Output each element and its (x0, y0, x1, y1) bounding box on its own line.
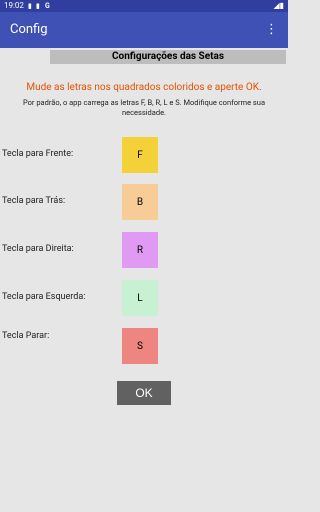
ok-button[interactable]: OK (117, 381, 171, 405)
key-frente[interactable]: F (122, 137, 158, 173)
battery-icon: ▮ (36, 2, 40, 10)
status-time: 19:02 (4, 1, 24, 10)
label-esquerda: Tecla para Esquerda: (2, 292, 86, 302)
status-bar: 19:02 ▮ ▮ G ◢▮ (0, 0, 288, 12)
key-esquerda[interactable]: L (122, 280, 158, 316)
app-bar: Config ⋮ (0, 12, 288, 48)
label-tras: Tecla para Trás: (2, 196, 66, 206)
description-text: Por padrão, o app carrega as letras F, B… (22, 98, 266, 117)
label-frente: Tecla para Frente: (2, 149, 74, 159)
instruction-text: Mude as letras nos quadrados coloridos e… (26, 82, 262, 93)
app-title: Config (10, 22, 48, 37)
key-parar[interactable]: S (122, 328, 158, 364)
label-parar: Tecla Parar: (2, 331, 50, 341)
label-direita: Tecla para Direita: (2, 244, 74, 254)
google-icon: G (45, 2, 50, 10)
section-header: Configurações das Setas (50, 50, 286, 64)
key-direita[interactable]: R (122, 232, 158, 268)
sim-icon: ▮ (28, 2, 32, 10)
signal-icon: ◢▮ (273, 1, 284, 10)
key-tras[interactable]: B (122, 184, 158, 220)
more-vert-icon[interactable]: ⋮ (265, 12, 278, 48)
